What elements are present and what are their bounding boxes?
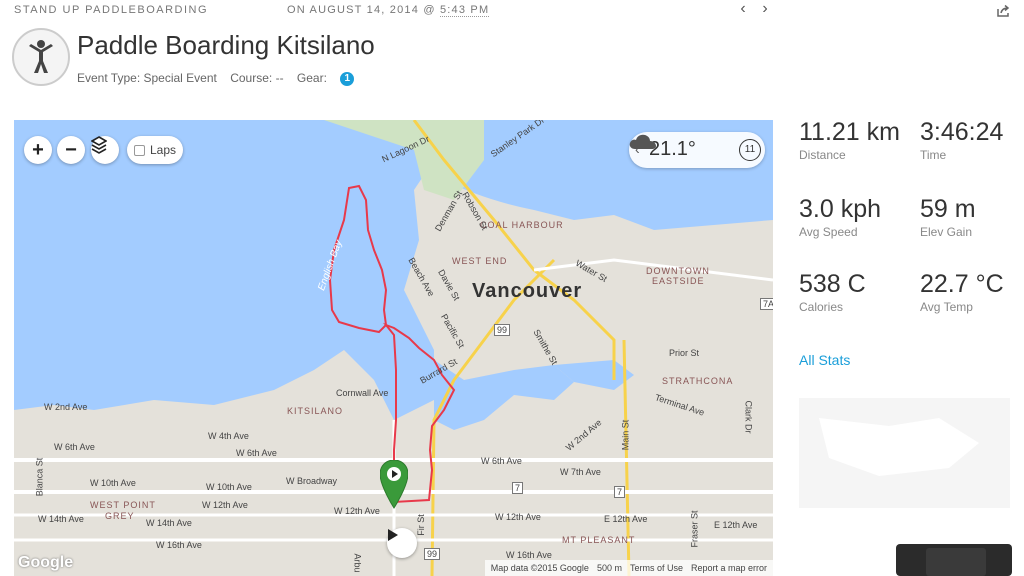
activity-time[interactable]: 5:43 PM	[439, 4, 490, 17]
map-label-west-end: WEST END	[452, 256, 508, 266]
stat-value: 59 m	[920, 195, 976, 223]
stat-avg-temp: 22.7 °C Avg Temp	[920, 270, 1004, 314]
layers-icon	[91, 136, 107, 154]
stat-avg-speed: 3.0 kph Avg Speed	[799, 195, 881, 239]
weather-uv-badge: 11	[739, 139, 761, 161]
activity-date-prefix: ON AUGUST 14, 2014 @	[287, 4, 440, 16]
map-label-w4th: W 4th Ave	[208, 431, 249, 441]
stat-elev-gain: 59 m Elev Gain	[920, 195, 976, 239]
stat-label: Time	[920, 148, 947, 162]
map-label-downtown: DOWNTOWN	[646, 266, 710, 276]
map-label-cornwall: Cornwall Ave	[336, 388, 389, 398]
map-label-w6th-b: W 6th Ave	[236, 448, 277, 458]
weather-widget[interactable]: ‹ 21.1° 11	[629, 132, 765, 168]
map-label-w10th: W 10th Ave	[90, 478, 136, 488]
map-label-w2nd: W 2nd Ave	[44, 402, 88, 412]
terms-link[interactable]: Terms of Use	[630, 563, 683, 573]
activity-meta: Event Type: Special Event Course: -- Gea…	[77, 71, 374, 86]
laps-toggle[interactable]: Laps	[127, 136, 183, 164]
laps-checkbox[interactable]	[133, 144, 145, 156]
map-attribution: Map data ©2015 Google 500 m Terms of Use…	[484, 560, 773, 576]
stat-label: Avg Temp	[920, 300, 973, 314]
google-logo: Google	[18, 554, 74, 571]
map-label-hwy99b: 99	[424, 548, 441, 560]
gear-count-badge[interactable]: 1	[340, 71, 355, 86]
share-icon[interactable]	[996, 4, 1010, 18]
play-icon	[388, 529, 398, 541]
map-label-w14th-b: W 14th Ave	[146, 518, 192, 528]
map-label-fraser: Fraser St	[689, 510, 700, 548]
map-label-blanca: Blanca St	[34, 457, 45, 497]
stat-label: Elev Gain	[920, 225, 973, 239]
map-data-credit: Map data ©2015 Google	[490, 563, 589, 573]
play-route-button[interactable]	[387, 528, 417, 558]
map-label-mt-pleasant: MT PLEASANT	[562, 535, 636, 545]
zoom-in-button[interactable]: +	[24, 136, 52, 164]
stat-distance: 11.21 km Distance	[799, 118, 900, 162]
map-label-arbu: Arbu	[352, 553, 363, 573]
map-label-main: Main St	[620, 419, 631, 451]
device-card[interactable]	[799, 398, 1010, 508]
map-label-w10th-b: W 10th Ave	[206, 482, 252, 492]
map-label-w12th: W 12th Ave	[202, 500, 248, 510]
activity-type-icon	[12, 28, 70, 86]
map-label-w12th-b: W 12th Ave	[334, 506, 380, 516]
device-sketch	[819, 418, 979, 476]
map-label-kitsilano: KITSILANO	[287, 406, 344, 416]
map-label-broadway: W Broadway	[286, 476, 338, 486]
map-label-w12th-c: W 12th Ave	[495, 512, 541, 522]
map-label-clark: Clark Dr	[743, 400, 754, 434]
map-label-w16th-b: W 16th Ave	[506, 550, 552, 560]
zoom-out-button[interactable]: −	[57, 136, 85, 164]
map-label-e12th-b: E 12th Ave	[714, 520, 758, 530]
stat-calories: 538 C Calories	[799, 270, 866, 314]
map-label-e12th: E 12th Ave	[604, 514, 648, 524]
chevron-right-icon[interactable]: ›	[758, 0, 772, 18]
activity-title: Paddle Boarding Kitsilano	[77, 30, 375, 60]
stat-label: Avg Speed	[799, 225, 858, 239]
course: Course: --	[230, 71, 284, 85]
all-stats-link[interactable]: All Stats	[799, 352, 850, 368]
stat-value: 3.0 kph	[799, 195, 882, 223]
map-label-west-point: WEST POINT	[90, 500, 156, 510]
map-label-strathcona: STRATHCONA	[662, 376, 734, 386]
cloud-icon	[629, 134, 656, 149]
stat-label: Distance	[799, 148, 846, 162]
event-type: Event Type: Special Event	[77, 71, 217, 85]
gear[interactable]: Gear: 1	[296, 71, 364, 86]
map-label-prior: Prior St	[669, 348, 700, 358]
laps-label: Laps	[149, 143, 177, 157]
route-map[interactable]: Vancouver English Bay COAL HARBOUR WEST …	[14, 120, 773, 576]
map-label-hwy7: 7	[512, 482, 524, 494]
stat-value: 22.7 °C	[920, 270, 1004, 298]
layers-button[interactable]	[91, 136, 119, 164]
stat-time: 3:46:24 Time	[920, 118, 1003, 162]
stat-label: Calories	[799, 300, 844, 314]
map-label-fir: Fir St	[415, 514, 426, 536]
map-label-w7th: W 7th Ave	[560, 467, 601, 477]
map-label-coal-harbour: COAL HARBOUR	[480, 220, 564, 230]
activity-type: STAND UP PADDLEBOARDING	[14, 4, 209, 16]
map-label-w6th-c: W 6th Ave	[481, 456, 522, 466]
map-label-grey: GREY	[105, 511, 135, 521]
map-label-hwy7b: 7	[614, 486, 626, 498]
map-label-eastside: EASTSIDE	[652, 276, 705, 286]
chevron-left-icon[interactable]: ‹	[736, 0, 750, 18]
stat-value: 538 C	[799, 270, 866, 298]
activity-date: ON AUGUST 14, 2014 @ 5:43 PM	[287, 4, 490, 17]
map-label-w16th: W 16th Ave	[156, 540, 202, 550]
watch-image	[896, 544, 1012, 576]
report-error-link[interactable]: Report a map error	[691, 563, 767, 573]
stat-value: 3:46:24	[920, 118, 1004, 146]
map-label-vancouver: Vancouver	[472, 280, 583, 302]
map-label-hwy7a: 7A	[760, 298, 773, 310]
map-scale: 500 m	[596, 563, 622, 573]
map-label-hwy99: 99	[494, 324, 511, 336]
map-label-w14th: W 14th Ave	[38, 514, 84, 524]
gear-label: Gear:	[296, 71, 327, 85]
start-marker-icon[interactable]	[380, 460, 408, 510]
stat-value: 11.21 km	[799, 118, 900, 146]
map-label-w6th: W 6th Ave	[54, 442, 95, 452]
